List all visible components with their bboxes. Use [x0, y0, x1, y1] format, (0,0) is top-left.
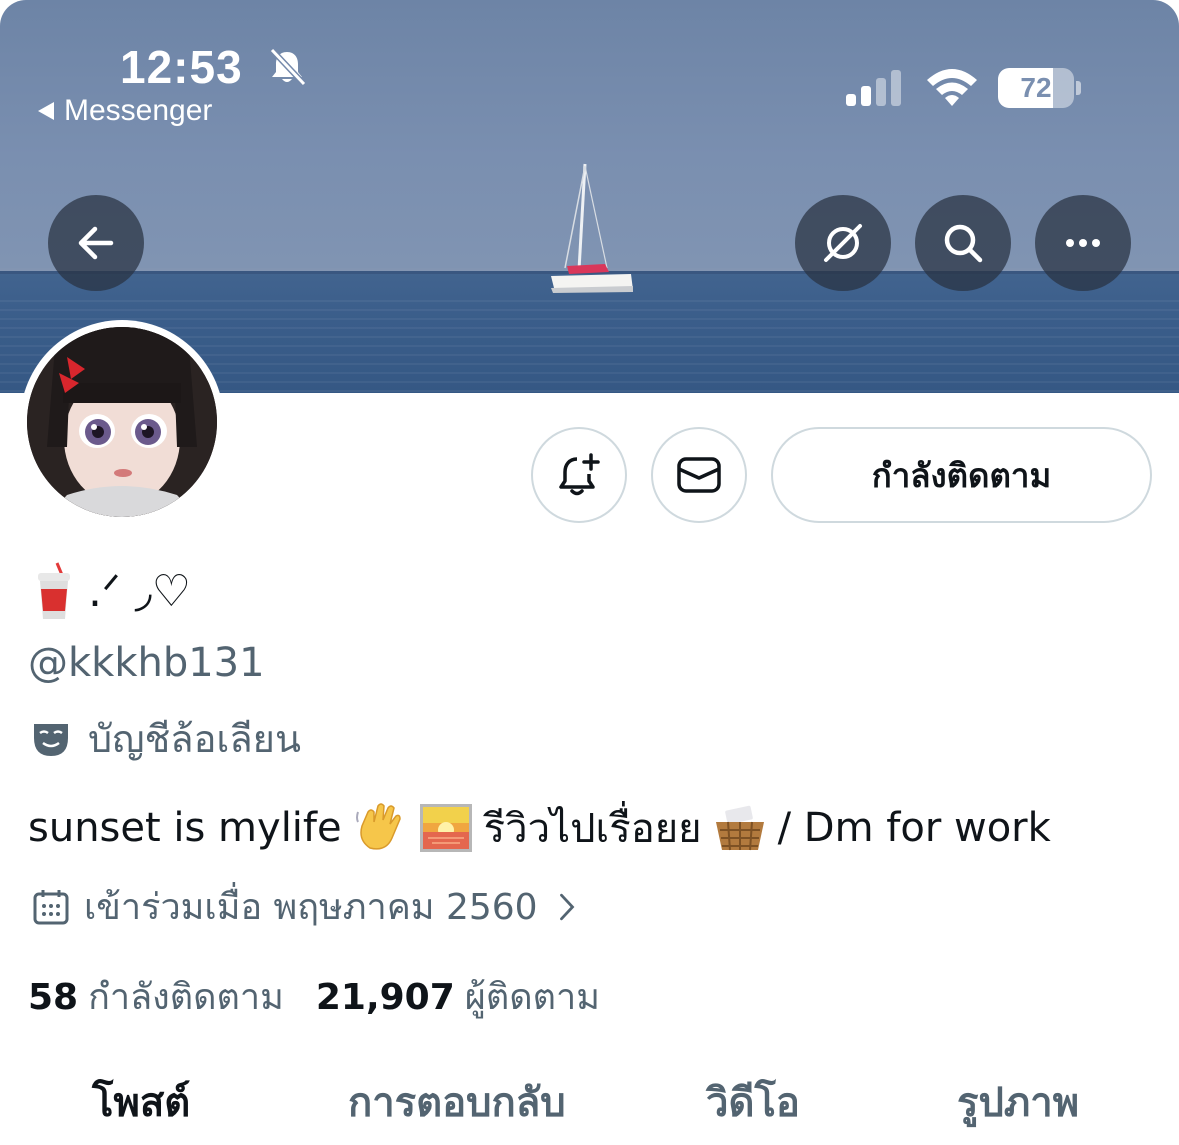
back-arrow-icon [78, 226, 114, 260]
back-triangle-icon [38, 102, 54, 120]
more-button[interactable] [1035, 195, 1131, 291]
parody-label-text: บัญชีล้อเลียน [88, 717, 301, 761]
chevron-right-icon [559, 893, 575, 920]
back-button[interactable] [48, 195, 144, 291]
following-stat[interactable]: 58 กำลังติดตาม [28, 968, 284, 1025]
bio: sunset is mylife รีวิวไปเรื่อยย / Dm for… [28, 796, 1051, 860]
avatar-image [27, 327, 217, 517]
message-button[interactable] [651, 427, 747, 523]
cellular-signal-icon [846, 70, 901, 106]
back-to-messenger[interactable]: Messenger [38, 94, 212, 128]
avatar[interactable] [20, 320, 224, 524]
bio-text-1: sunset is mylife [28, 805, 342, 851]
tab-replies[interactable]: การตอบกลับ [348, 1070, 566, 1134]
followers-stat[interactable]: 21,907 ผู้ติดตาม [316, 968, 600, 1025]
wifi-icon [927, 69, 977, 106]
status-time: 12:53 [120, 41, 243, 93]
following-label: กำลังติดตาม [88, 977, 284, 1018]
calendar-icon [33, 889, 69, 924]
battery-indicator: 72 [998, 68, 1082, 108]
more-icon [1066, 239, 1100, 247]
sailboat-image [551, 163, 633, 293]
doll-portrait [27, 327, 217, 517]
battery-body: 72 [998, 68, 1074, 108]
tab-photos[interactable]: รูปภาพ [957, 1070, 1079, 1134]
parody-label[interactable]: บัญชีล้อเลียน [30, 708, 301, 769]
bio-text-2: รีวิวไปเรื่อยย [483, 806, 702, 852]
following-count: 58 [28, 977, 79, 1018]
followers-label: ผู้ติดตาม [464, 977, 600, 1018]
following-button[interactable]: กำลังติดตาม [771, 427, 1152, 523]
tab-videos[interactable]: วิดีโอ [706, 1070, 800, 1134]
bell-slash-icon [269, 47, 307, 87]
joined-date-text: เข้าร่วมเมื่อ พฤษภาคม 2560 [84, 887, 538, 928]
envelope-icon [677, 457, 721, 493]
display-name-text: .ᐟ‎ ◞♡ [88, 565, 192, 617]
follow-stats: 58 กำลังติดตาม 21,907 ผู้ติดตาม [28, 968, 600, 1025]
bell-plus-icon [559, 453, 600, 496]
search-icon [944, 224, 983, 263]
battery-nub [1076, 81, 1081, 95]
cup-with-straw-icon [38, 562, 70, 619]
profile-tabs: โพสต์ การตอบกลับ วิดีโอ รูปภาพ [0, 1070, 1179, 1145]
back-app-label: Messenger [64, 94, 213, 127]
theater-mask-icon [34, 723, 68, 756]
notify-button[interactable] [531, 427, 627, 523]
grok-icon [824, 224, 862, 262]
grok-button[interactable] [795, 195, 891, 291]
search-button[interactable] [915, 195, 1011, 291]
joined-date[interactable]: เข้าร่วมเมื่อ พฤษภาคม 2560 [32, 878, 582, 935]
bio-text-3: / Dm for work [777, 805, 1051, 851]
sunrise-icon [419, 804, 472, 852]
tab-posts[interactable]: โพสต์ [92, 1070, 190, 1134]
display-name: .ᐟ‎ ◞♡ [30, 560, 191, 622]
waving-hand-icon [355, 803, 401, 850]
followers-count: 21,907 [315, 977, 455, 1018]
battery-percent: 72 [1020, 72, 1052, 103]
basket-icon [715, 805, 764, 851]
username-handle: @kkkhb131 [28, 640, 265, 686]
